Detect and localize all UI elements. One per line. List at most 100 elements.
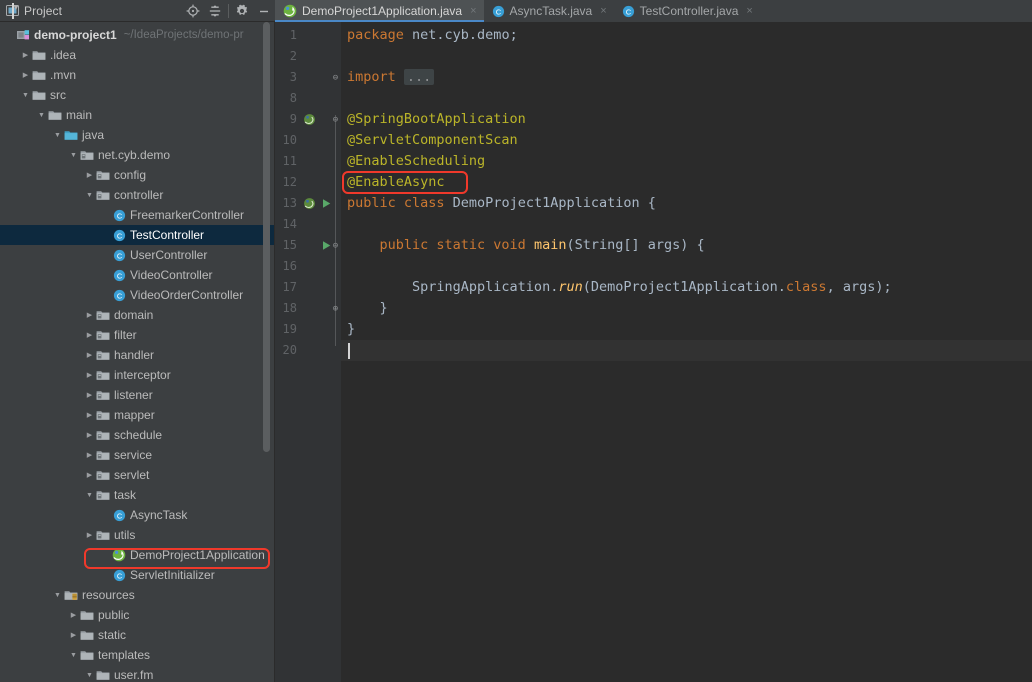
spring-bean-icon[interactable] xyxy=(301,193,317,214)
tree-node-label: interceptor xyxy=(114,368,171,382)
code-line[interactable]: SpringApplication.run(DemoProject1Applic… xyxy=(347,277,892,298)
tree-node-testcontroller[interactable]: C TestController xyxy=(0,225,274,245)
tree-node-label: config xyxy=(114,168,147,182)
tree-node-demo-project1[interactable]: demo-project1 ~/IdeaProjects/demo-pr xyxy=(0,25,274,45)
chevron-down-icon[interactable]: ▼ xyxy=(84,192,95,199)
editor-gutter[interactable]: 1 2 3 8 9 10 11 12 13 14 15 16 17 18 19 20 ⊖ ⊖ ⊖ ⊕ xyxy=(275,22,341,682)
chevron-right-icon[interactable]: ▶ xyxy=(20,71,31,79)
code-token: package xyxy=(347,27,404,43)
chevron-right-icon[interactable]: ▶ xyxy=(20,51,31,59)
tree-node-interceptor[interactable]: ▶ interceptor xyxy=(0,365,274,385)
code-line[interactable]: @EnableAsync xyxy=(347,172,445,193)
chevron-down-icon[interactable]: ▼ xyxy=(20,92,31,99)
code-line[interactable]: import ... xyxy=(347,67,435,88)
close-icon[interactable]: × xyxy=(746,5,752,17)
tree-node-videocontroller[interactable]: C VideoController xyxy=(0,265,274,285)
tree-node-templates[interactable]: ▼ templates xyxy=(0,645,274,665)
settings-gear-icon[interactable] xyxy=(231,1,253,21)
code-line[interactable]: } xyxy=(347,319,355,340)
code-line[interactable]: @EnableScheduling xyxy=(347,151,485,172)
fold-marker-icon[interactable]: ⊖ xyxy=(331,115,340,125)
tree-node-demoproject1application[interactable]: DemoProject1Application xyxy=(0,545,274,565)
close-icon[interactable]: × xyxy=(600,5,606,17)
code-line[interactable]: } xyxy=(347,298,388,319)
tree-node-domain[interactable]: ▶ domain xyxy=(0,305,274,325)
chevron-down-icon[interactable]: ▼ xyxy=(68,652,79,659)
sidebar-scrollbar-track[interactable] xyxy=(263,22,272,682)
code-editor[interactable]: 1 2 3 8 9 10 11 12 13 14 15 16 17 18 19 20 ⊖ ⊖ ⊖ ⊕ package … xyxy=(275,22,1032,682)
tree-node-main[interactable]: ▼ main xyxy=(0,105,274,125)
chevron-down-icon[interactable]: ▼ xyxy=(36,112,47,119)
tree-node-freemarkercontroller[interactable]: C FreemarkerController xyxy=(0,205,274,225)
editor-tab-testcontroller[interactable]: C TestController.java × xyxy=(614,0,760,22)
package-icon xyxy=(95,329,111,341)
tree-node-handler[interactable]: ▶ handler xyxy=(0,345,274,365)
tree-node-controller[interactable]: ▼ controller xyxy=(0,185,274,205)
editor-code-area[interactable]: package net.cyb.demo; import ... @SpringBo… xyxy=(341,22,1032,682)
tree-node-servletinitializer[interactable]: C ServletInitializer xyxy=(0,565,274,585)
collapse-all-icon[interactable] xyxy=(204,1,226,21)
editor-tab-demoproject1application[interactable]: DemoProject1Application.java × xyxy=(275,0,484,22)
chevron-right-icon[interactable]: ▶ xyxy=(84,431,95,439)
tree-node-public[interactable]: ▶ public xyxy=(0,605,274,625)
tree-node-java[interactable]: ▼ java xyxy=(0,125,274,145)
tree-node-resources[interactable]: ▼ resources xyxy=(0,585,274,605)
chevron-down-icon[interactable]: ▼ xyxy=(52,592,63,599)
editor-tab-asynctask[interactable]: C AsyncTask.java × xyxy=(484,0,614,22)
code-line[interactable]: public class DemoProject1Application { xyxy=(347,193,656,214)
hide-icon[interactable] xyxy=(253,1,275,21)
fold-marker-icon[interactable]: ⊖ xyxy=(331,73,340,83)
chevron-right-icon[interactable]: ▶ xyxy=(84,411,95,419)
chevron-right-icon[interactable]: ▶ xyxy=(68,631,79,639)
tree-node-asynctask[interactable]: C AsyncTask xyxy=(0,505,274,525)
tree-node-listener[interactable]: ▶ listener xyxy=(0,385,274,405)
run-gutter-icon[interactable] xyxy=(318,235,334,256)
tree-node-config[interactable]: ▶ config xyxy=(0,165,274,185)
chevron-right-icon[interactable]: ▶ xyxy=(84,391,95,399)
close-icon[interactable]: × xyxy=(470,5,476,17)
tree-node-schedule[interactable]: ▶ schedule xyxy=(0,425,274,445)
chevron-down-icon[interactable]: ▼ xyxy=(52,132,63,139)
chevron-right-icon[interactable]: ▶ xyxy=(84,171,95,179)
code-line[interactable]: @ServletComponentScan xyxy=(347,130,518,151)
tree-node-task[interactable]: ▼ task xyxy=(0,485,274,505)
chevron-right-icon[interactable]: ▶ xyxy=(84,331,95,339)
tree-node-service[interactable]: ▶ service xyxy=(0,445,274,465)
chevron-right-icon[interactable]: ▶ xyxy=(84,451,95,459)
tree-node--mvn[interactable]: ▶ .mvn xyxy=(0,65,274,85)
chevron-down-icon[interactable]: ▼ xyxy=(84,672,95,679)
tree-node-servlet[interactable]: ▶ servlet xyxy=(0,465,274,485)
locate-icon[interactable] xyxy=(182,1,204,21)
tree-node-static[interactable]: ▶ static xyxy=(0,625,274,645)
tree-node-utils[interactable]: ▶ utils xyxy=(0,525,274,545)
chevron-down-icon[interactable]: ▼ xyxy=(68,152,79,159)
tree-node--idea[interactable]: ▶ .idea xyxy=(0,45,274,65)
editor-tab-label: TestController.java xyxy=(639,4,739,18)
tree-node-usercontroller[interactable]: C UserController xyxy=(0,245,274,265)
tree-node-user-fm[interactable]: ▼ user.fm xyxy=(0,665,274,682)
project-tree[interactable]: demo-project1 ~/IdeaProjects/demo-pr ▶ .ide… xyxy=(0,22,274,682)
project-tree-panel[interactable]: demo-project1 ~/IdeaProjects/demo-pr ▶ .ide… xyxy=(0,22,275,682)
chevron-right-icon[interactable]: ▶ xyxy=(84,471,95,479)
chevron-right-icon[interactable]: ▶ xyxy=(84,531,95,539)
chevron-right-icon[interactable]: ▶ xyxy=(84,351,95,359)
sidebar-scrollbar-thumb[interactable] xyxy=(263,22,270,452)
spring-bean-icon[interactable] xyxy=(301,109,317,130)
tree-node-filter[interactable]: ▶ filter xyxy=(0,325,274,345)
chevron-down-icon[interactable]: ▼ xyxy=(84,492,95,499)
tree-node-videoordercontroller[interactable]: C VideoOrderController xyxy=(0,285,274,305)
tree-node-src[interactable]: ▼ src xyxy=(0,85,274,105)
chevron-right-icon[interactable]: ▶ xyxy=(68,611,79,619)
tree-node-mapper[interactable]: ▶ mapper xyxy=(0,405,274,425)
chevron-right-icon[interactable]: ▶ xyxy=(84,371,95,379)
code-line[interactable]: public static void main(String[] args) { xyxy=(347,235,705,256)
code-line[interactable]: package net.cyb.demo; xyxy=(347,25,518,46)
fold-marker-icon[interactable]: ⊕ xyxy=(331,304,340,314)
chevron-right-icon[interactable]: ▶ xyxy=(84,311,95,319)
line-number: 9 xyxy=(289,112,297,126)
tree-node-net-cyb-demo[interactable]: ▼ net.cyb.demo xyxy=(0,145,274,165)
chevron-down-icon[interactable]: ▼ xyxy=(12,2,20,19)
run-gutter-icon[interactable] xyxy=(318,193,334,214)
line-number: 20 xyxy=(282,343,297,357)
code-line[interactable]: @SpringBootApplication xyxy=(347,109,526,130)
